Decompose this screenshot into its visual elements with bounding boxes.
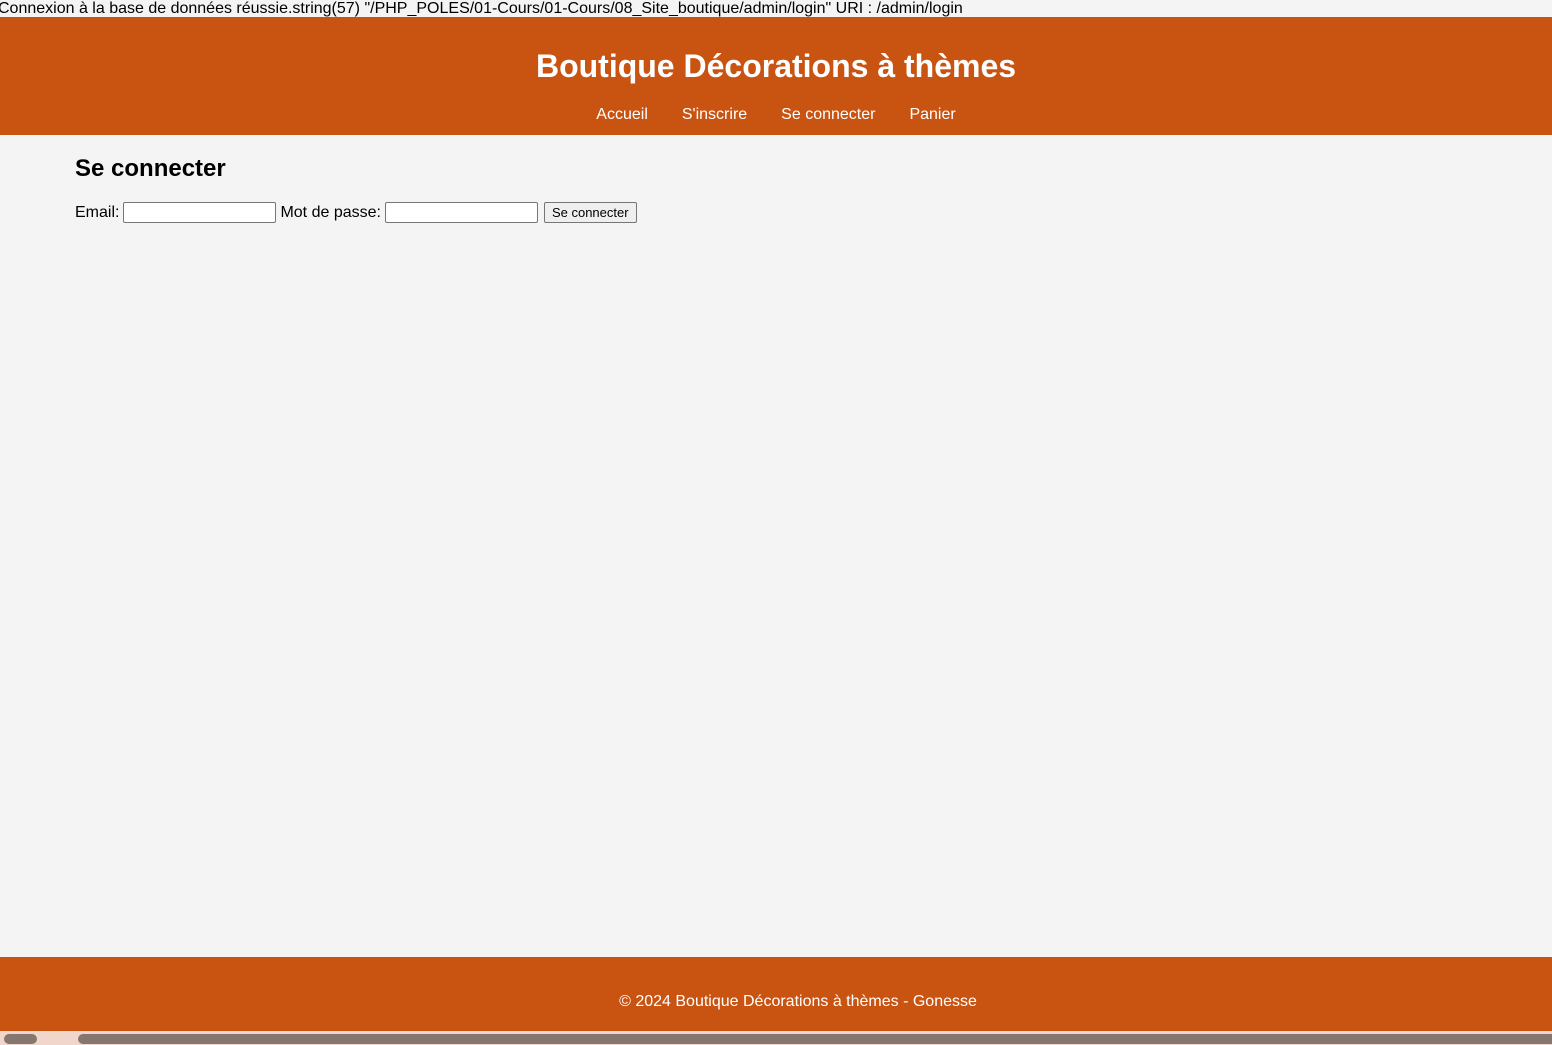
nav-link-accueil[interactable]: Accueil — [596, 105, 648, 125]
site-footer: © 2024 Boutique Décorations à thèmes - G… — [0, 957, 1552, 1031]
nav-link-sinscrire[interactable]: S'inscrire — [682, 105, 747, 125]
password-field[interactable] — [384, 202, 538, 223]
login-submit-button[interactable]: Se connecter — [543, 202, 637, 223]
nav-link-panier[interactable]: Panier — [909, 105, 955, 125]
page-title: Se connecter — [75, 155, 226, 182]
main-nav: Accueil S'inscrire Se connecter Panier — [0, 105, 1552, 125]
email-field[interactable] — [123, 202, 277, 223]
password-label: Mot de passe: — [280, 203, 381, 221]
debug-output: Connexion à la base de données réussie.s… — [0, 0, 963, 17]
login-form: Email: Mot de passe: Se connecter — [75, 202, 637, 223]
site-title: Boutique Décorations à thèmes — [535, 48, 1017, 84]
email-label: Email: — [75, 203, 120, 221]
horizontal-scrollbar[interactable] — [0, 1031, 1552, 1045]
nav-link-se-connecter[interactable]: Se connecter — [781, 105, 875, 125]
scrollbar-thumb[interactable] — [78, 1034, 1552, 1044]
site-header: Boutique Décorations à thèmes Accueil S'… — [0, 17, 1552, 135]
footer-copyright: © 2024 Boutique Décorations à thèmes - G… — [619, 993, 977, 1010]
scrollbar-thumb-left[interactable] — [4, 1034, 37, 1044]
